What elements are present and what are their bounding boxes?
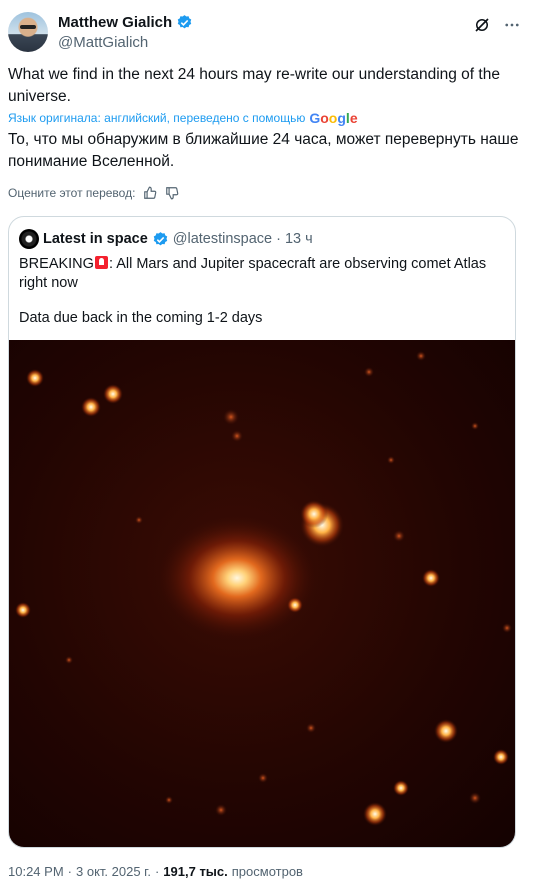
author-avatar[interactable] (8, 12, 48, 52)
quoted-tweet-header: Latest in space @latestinspace · 13 ч (19, 229, 313, 249)
thumb-down-icon[interactable] (165, 186, 179, 200)
verified-badge-icon (177, 15, 192, 29)
views-label: просмотров (231, 864, 303, 879)
verified-badge-icon (153, 231, 167, 245)
tweet-header: Matthew Gialich @MattGialich (8, 12, 525, 56)
quoted-author-avatar (19, 229, 39, 249)
quoted-tweet[interactable]: Latest in space @latestinspace · 13 ч BR… (8, 216, 516, 848)
tweet-text: What we find in the next 24 hours may re… (8, 66, 500, 105)
separator-dot: · (276, 231, 281, 247)
separator-dot: · (154, 864, 160, 879)
tweet-date[interactable]: 3 окт. 2025 г. (76, 864, 151, 879)
quoted-text-part1: BREAKING (19, 256, 94, 272)
views-count: 191,7 тыс. (163, 864, 228, 879)
translation-attribution-label: Язык оригинала: английский, переведено с… (8, 111, 306, 125)
author-name-row[interactable]: Matthew Gialich (58, 14, 193, 31)
more-icon[interactable] (503, 16, 521, 34)
translation-attribution[interactable]: Язык оригинала: английский, переведено с… (8, 110, 358, 126)
rate-translation-label: Оцените этот перевод: (8, 186, 136, 200)
tweet-time[interactable]: 10:24 PM (8, 864, 64, 879)
thumb-up-icon[interactable] (143, 186, 157, 200)
quoted-tweet-text: BREAKING: All Mars and Jupiter spacecraf… (19, 255, 503, 293)
tweet-meta: 10:24 PM · 3 окт. 2025 г. · 191,7 тыс. п… (8, 864, 303, 879)
quoted-author-name: Latest in space (43, 231, 148, 247)
translated-text: То, что мы обнаружим в ближайшие 24 часа… (8, 131, 519, 170)
grok-icon[interactable] (473, 16, 491, 34)
rate-translation: Оцените этот перевод: (8, 186, 179, 200)
comet-photo[interactable] (9, 340, 515, 847)
separator-dot: · (67, 864, 72, 879)
google-logo: Google (309, 110, 358, 126)
quoted-tweet-text-2: Data due back in the coming 1-2 days (19, 310, 263, 326)
quoted-author-handle: @latestinspace (172, 231, 273, 247)
author-handle[interactable]: @MattGialich (58, 34, 148, 51)
quoted-tweet-time: 13 ч (284, 231, 313, 247)
author-name[interactable]: Matthew Gialich (58, 14, 172, 31)
siren-icon (94, 256, 108, 269)
